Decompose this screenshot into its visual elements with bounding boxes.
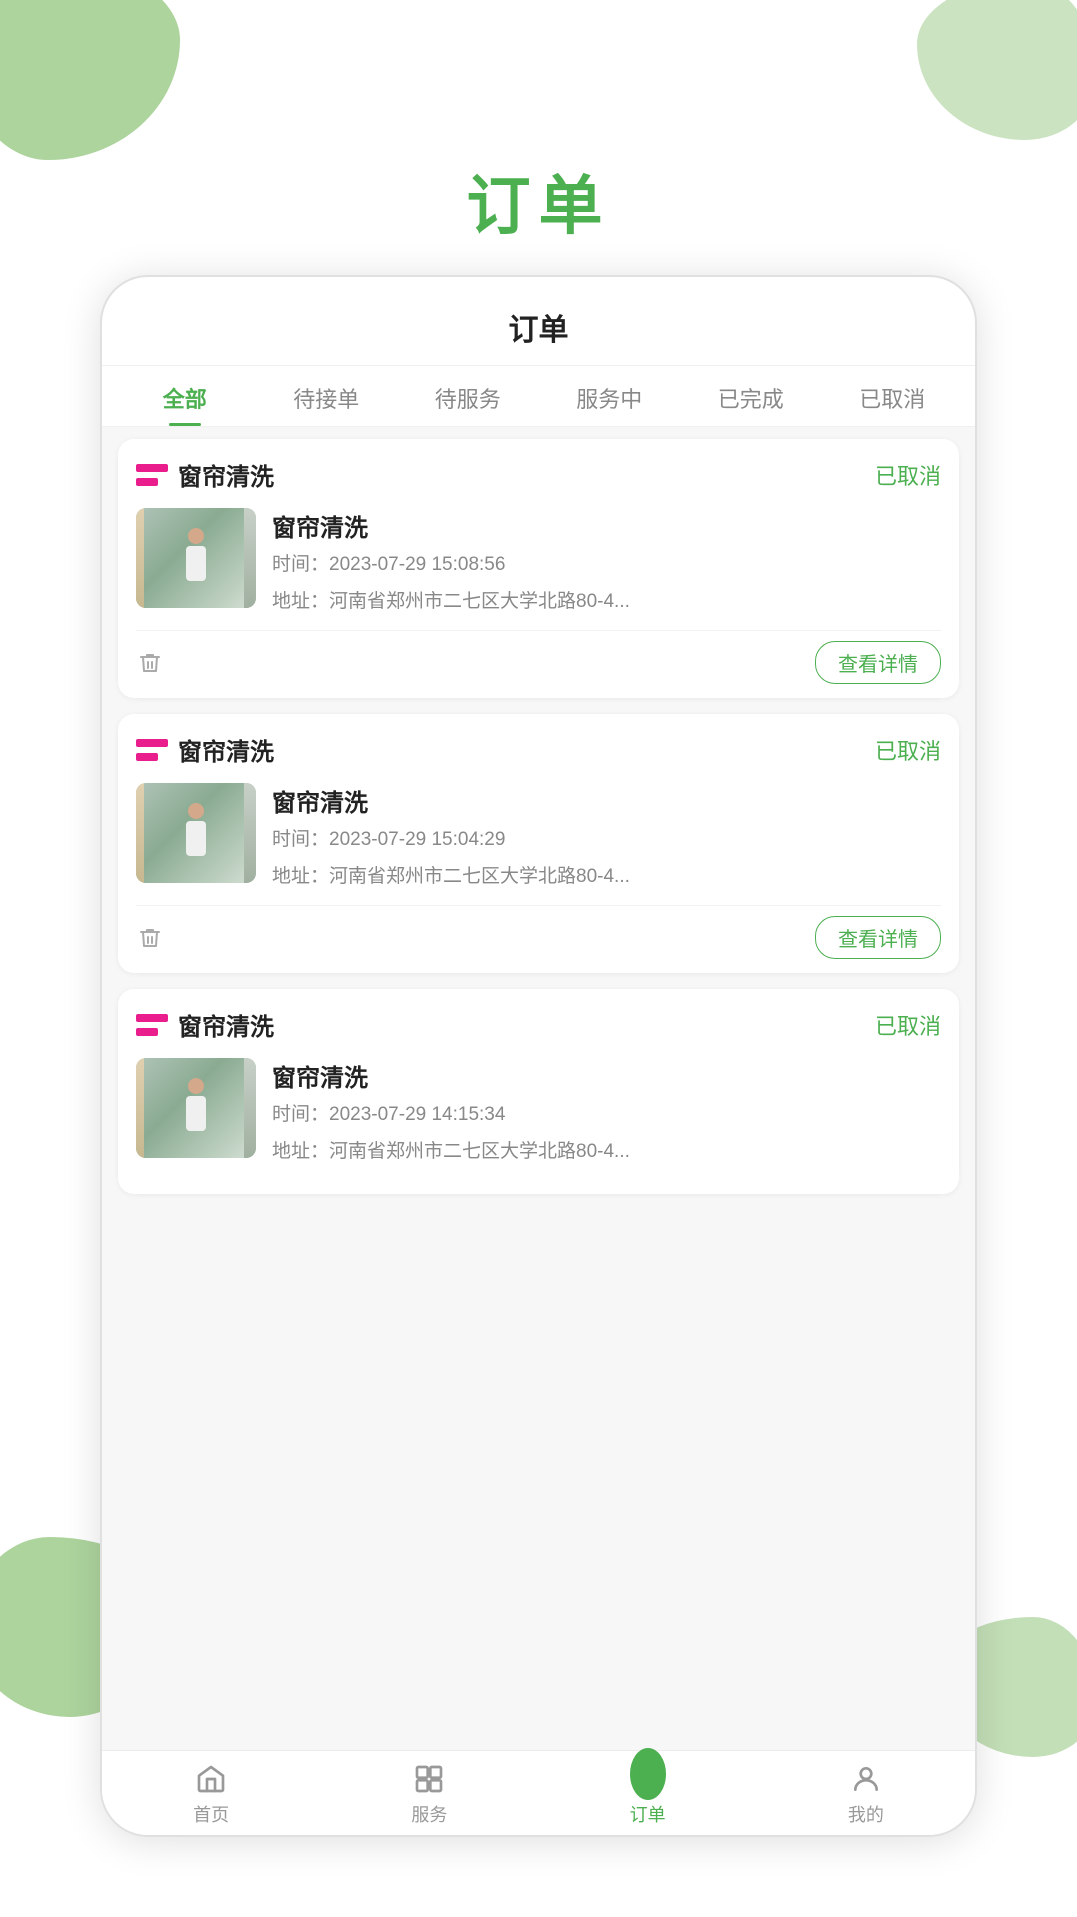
page-title: 订单 bbox=[0, 155, 1077, 247]
time-value: 2023-07-29 15:08:56 bbox=[329, 554, 505, 575]
nav-profile[interactable]: 我的 bbox=[757, 1761, 975, 1827]
curtain-left bbox=[136, 1058, 144, 1158]
tab-pending-accept[interactable]: 待接单 bbox=[256, 366, 398, 426]
orders-icon bbox=[630, 1761, 666, 1797]
order-card-header: 窗帘清洗 已取消 bbox=[136, 457, 941, 492]
bottom-nav: 首页 服务 bbox=[102, 1750, 975, 1835]
address-label: 地址： bbox=[272, 866, 329, 887]
time-label: 时间： bbox=[272, 829, 329, 850]
delete-button[interactable] bbox=[136, 924, 164, 952]
order-time-row: 时间：2023-07-29 15:08:56 bbox=[272, 551, 941, 580]
order-address-row: 地址：河南省郑州市二七区大学北路80-4... bbox=[272, 588, 941, 617]
detail-button[interactable]: 查看详情 bbox=[815, 916, 941, 959]
curtain-right bbox=[244, 1058, 256, 1158]
time-label: 时间： bbox=[272, 1104, 329, 1125]
order-time-row: 时间：2023-07-29 15:04:29 bbox=[272, 826, 941, 855]
order-card-header: 窗帘清洗 已取消 bbox=[136, 732, 941, 767]
order-body: 窗帘清洗 时间：2023-07-29 14:15:34 地址：河南省郑州市二七区… bbox=[136, 1058, 941, 1166]
order-card: 窗帘清洗 已取消 窗帘清洗 时间：2023-07-29 14:15:34 bbox=[118, 989, 959, 1194]
services-icon bbox=[411, 1761, 447, 1797]
app-header: 订单 bbox=[102, 277, 975, 366]
address-value: 河南省郑州市二七区大学北路80-4... bbox=[329, 866, 630, 887]
delete-button[interactable] bbox=[136, 649, 164, 677]
order-image bbox=[136, 783, 256, 883]
phone-frame: 订单 全部 待接单 待服务 服务中 已完成 已取消 窗帘清洗 已取消 bbox=[100, 275, 977, 1837]
order-footer: 查看详情 bbox=[136, 905, 941, 959]
order-service-name: 窗帘清洗 bbox=[178, 732, 274, 767]
address-label: 地址： bbox=[272, 1141, 329, 1162]
time-value: 2023-07-29 15:04:29 bbox=[329, 829, 505, 850]
order-status: 已取消 bbox=[875, 734, 941, 766]
tab-cancelled[interactable]: 已取消 bbox=[822, 366, 964, 426]
order-time-row: 时间：2023-07-29 14:15:34 bbox=[272, 1101, 941, 1130]
tab-pending-service[interactable]: 待服务 bbox=[397, 366, 539, 426]
order-image bbox=[136, 1058, 256, 1158]
order-info-title: 窗帘清洗 bbox=[272, 1058, 941, 1093]
blob-top-right bbox=[917, 0, 1077, 140]
order-footer: 查看详情 bbox=[136, 630, 941, 684]
service-icon bbox=[136, 739, 168, 761]
nav-services[interactable]: 服务 bbox=[320, 1761, 538, 1827]
curtain-person bbox=[181, 803, 211, 863]
nav-home-label: 首页 bbox=[193, 1801, 229, 1827]
time-label: 时间： bbox=[272, 554, 329, 575]
detail-button[interactable]: 查看详情 bbox=[815, 641, 941, 684]
order-info-title: 窗帘清洗 bbox=[272, 508, 941, 543]
nav-orders[interactable]: 订单 bbox=[539, 1761, 757, 1827]
blob-top-left bbox=[0, 0, 180, 160]
nav-home[interactable]: 首页 bbox=[102, 1761, 320, 1827]
nav-orders-label: 订单 bbox=[630, 1801, 666, 1827]
order-address-row: 地址：河南省郑州市二七区大学北路80-4... bbox=[272, 863, 941, 892]
order-service-name: 窗帘清洗 bbox=[178, 457, 274, 492]
curtain-scene bbox=[136, 508, 256, 608]
order-status: 已取消 bbox=[875, 1009, 941, 1041]
order-card: 窗帘清洗 已取消 窗帘清洗 时间：2023-07-29 15:08:56 bbox=[118, 439, 959, 698]
curtain-scene bbox=[136, 783, 256, 883]
order-image bbox=[136, 508, 256, 608]
curtain-left bbox=[136, 508, 144, 608]
nav-profile-label: 我的 bbox=[848, 1801, 884, 1827]
order-card-header: 窗帘清洗 已取消 bbox=[136, 1007, 941, 1042]
profile-icon bbox=[848, 1761, 884, 1797]
curtain-left bbox=[136, 783, 144, 883]
order-list: 窗帘清洗 已取消 窗帘清洗 时间：2023-07-29 15:08:56 bbox=[102, 427, 975, 1750]
address-value: 河南省郑州市二七区大学北路80-4... bbox=[329, 1141, 630, 1162]
order-title-row: 窗帘清洗 bbox=[136, 1007, 274, 1042]
nav-services-label: 服务 bbox=[411, 1801, 447, 1827]
order-info: 窗帘清洗 时间：2023-07-29 15:04:29 地址：河南省郑州市二七区… bbox=[272, 783, 941, 891]
curtain-scene bbox=[136, 1058, 256, 1158]
order-service-name: 窗帘清洗 bbox=[178, 1007, 274, 1042]
curtain-person bbox=[181, 1078, 211, 1138]
home-icon bbox=[193, 1761, 229, 1797]
order-info: 窗帘清洗 时间：2023-07-29 15:08:56 地址：河南省郑州市二七区… bbox=[272, 508, 941, 616]
curtain-person bbox=[181, 528, 211, 588]
order-title-row: 窗帘清洗 bbox=[136, 732, 274, 767]
address-label: 地址： bbox=[272, 591, 329, 612]
order-info: 窗帘清洗 时间：2023-07-29 14:15:34 地址：河南省郑州市二七区… bbox=[272, 1058, 941, 1166]
order-title-row: 窗帘清洗 bbox=[136, 457, 274, 492]
curtain-right bbox=[244, 508, 256, 608]
tab-bar: 全部 待接单 待服务 服务中 已完成 已取消 bbox=[102, 366, 975, 427]
tab-completed[interactable]: 已完成 bbox=[680, 366, 822, 426]
order-card: 窗帘清洗 已取消 窗帘清洗 时间：2023-07-29 15:04:29 bbox=[118, 714, 959, 973]
order-body: 窗帘清洗 时间：2023-07-29 15:08:56 地址：河南省郑州市二七区… bbox=[136, 508, 941, 616]
order-address-row: 地址：河南省郑州市二七区大学北路80-4... bbox=[272, 1138, 941, 1167]
order-status: 已取消 bbox=[875, 459, 941, 491]
time-value: 2023-07-29 14:15:34 bbox=[329, 1104, 505, 1125]
address-value: 河南省郑州市二七区大学北路80-4... bbox=[329, 591, 630, 612]
order-body: 窗帘清洗 时间：2023-07-29 15:04:29 地址：河南省郑州市二七区… bbox=[136, 783, 941, 891]
order-info-title: 窗帘清洗 bbox=[272, 783, 941, 818]
tab-in-service[interactable]: 服务中 bbox=[539, 366, 681, 426]
curtain-right bbox=[244, 783, 256, 883]
service-icon bbox=[136, 464, 168, 486]
tab-all[interactable]: 全部 bbox=[114, 366, 256, 426]
service-icon bbox=[136, 1014, 168, 1036]
